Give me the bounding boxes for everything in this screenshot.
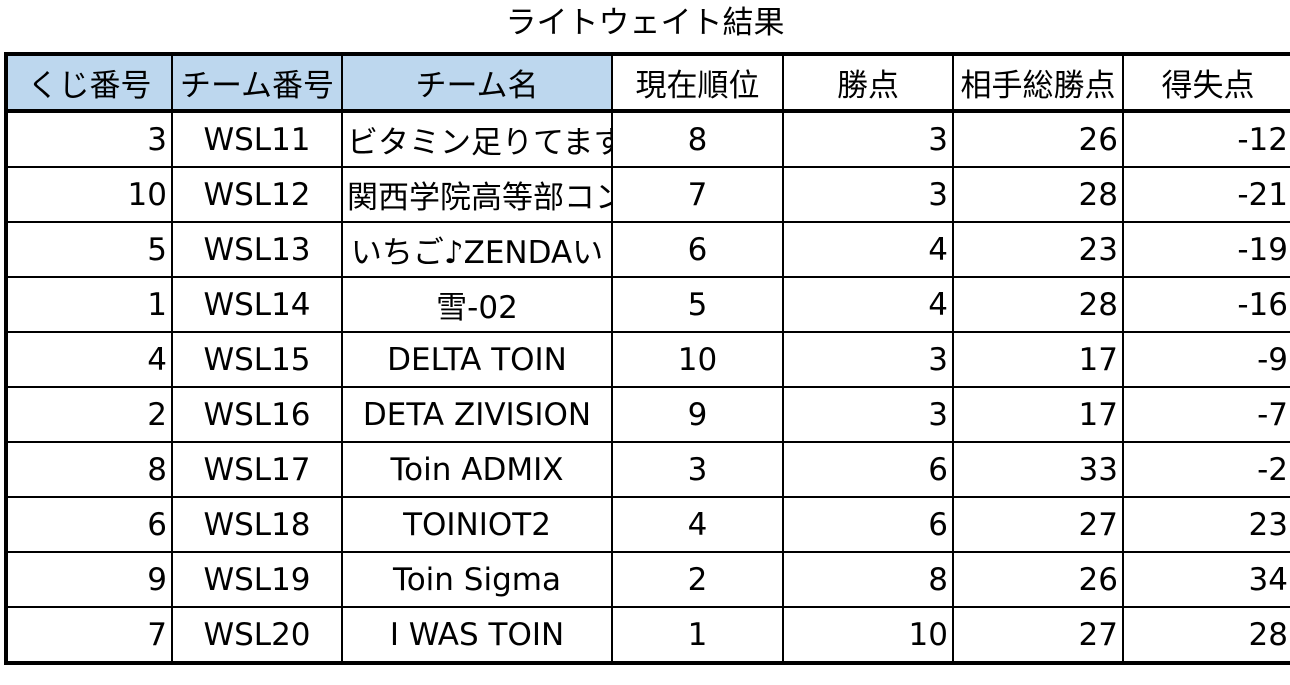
header-team-name: チーム名 — [341, 53, 613, 113]
cell-team-number: WSL19 — [171, 551, 343, 608]
cell-current-rank: 2 — [611, 551, 784, 608]
cell-opponent-total-points: 23 — [952, 221, 1124, 278]
cell-current-rank: 7 — [611, 166, 784, 223]
cell-lottery-number: 9 — [5, 551, 173, 608]
cell-current-rank: 1 — [611, 606, 784, 664]
cell-lottery-number: 10 — [5, 166, 173, 223]
cell-opponent-total-points: 17 — [952, 386, 1124, 443]
header-goal-difference: 得失点 — [1122, 53, 1290, 113]
cell-lottery-number: 2 — [5, 386, 173, 443]
cell-current-rank: 4 — [611, 496, 784, 553]
cell-current-rank: 5 — [611, 276, 784, 333]
table-row: 2 WSL16 DETA ZIVISION 9 3 17 -7 — [5, 386, 1290, 443]
cell-points: 4 — [782, 221, 954, 278]
header-opponent-total-points: 相手総勝点 — [952, 53, 1124, 113]
header-team-number: チーム番号 — [171, 53, 343, 113]
cell-goal-difference: 28 — [1122, 606, 1290, 664]
cell-goal-difference: 23 — [1122, 496, 1290, 553]
cell-goal-difference: 34 — [1122, 551, 1290, 608]
cell-current-rank: 9 — [611, 386, 784, 443]
cell-goal-difference: -19 — [1122, 221, 1290, 278]
cell-goal-difference: -7 — [1122, 386, 1290, 443]
cell-team-number: WSL12 — [171, 166, 343, 223]
cell-team-name: 関西学院高等部コンピュータ部ロボット班 — [341, 166, 613, 223]
cell-team-name: 雪-02 — [341, 276, 613, 333]
cell-opponent-total-points: 26 — [952, 551, 1124, 608]
cell-lottery-number: 8 — [5, 441, 173, 498]
cell-opponent-total-points: 27 — [952, 496, 1124, 553]
cell-points: 8 — [782, 551, 954, 608]
cell-current-rank: 3 — [611, 441, 784, 498]
cell-current-rank: 8 — [611, 110, 784, 168]
cell-points: 4 — [782, 276, 954, 333]
table-row: 4 WSL15 DELTA TOIN 10 3 17 -9 — [5, 331, 1290, 388]
header-lottery-number: くじ番号 — [5, 53, 173, 113]
table-row: 1 WSL14 雪-02 5 4 28 -16 — [5, 276, 1290, 333]
cell-current-rank: 6 — [611, 221, 784, 278]
table-row: 10 WSL12 関西学院高等部コンピュータ部ロボット班 7 3 28 -21 — [5, 166, 1290, 223]
header-row: くじ番号 チーム番号 チーム名 現在順位 勝点 相手総勝点 得失点 — [5, 53, 1290, 113]
cell-goal-difference: -16 — [1122, 276, 1290, 333]
header-points: 勝点 — [782, 53, 954, 113]
cell-team-name: ビタミン足りてますか — [341, 110, 613, 168]
cell-team-name: DETA ZIVISION — [341, 386, 613, 443]
table-row: 6 WSL18 TOINIOT2 4 6 27 23 — [5, 496, 1290, 553]
cell-lottery-number: 5 — [5, 221, 173, 278]
cell-points: 10 — [782, 606, 954, 664]
cell-team-name: いちご♪ZENDAい — [341, 221, 613, 278]
cell-team-number: WSL16 — [171, 386, 343, 443]
cell-opponent-total-points: 26 — [952, 110, 1124, 168]
cell-goal-difference: -2 — [1122, 441, 1290, 498]
cell-opponent-total-points: 28 — [952, 276, 1124, 333]
cell-points: 3 — [782, 166, 954, 223]
cell-points: 3 — [782, 331, 954, 388]
cell-team-number: WSL11 — [171, 110, 343, 168]
table-row: 5 WSL13 いちご♪ZENDAい 6 4 23 -19 — [5, 221, 1290, 278]
cell-goal-difference: -9 — [1122, 331, 1290, 388]
table-row: 7 WSL20 I WAS TOIN 1 10 27 28 — [5, 606, 1290, 664]
cell-opponent-total-points: 28 — [952, 166, 1124, 223]
cell-goal-difference: -21 — [1122, 166, 1290, 223]
cell-team-number: WSL15 — [171, 331, 343, 388]
cell-points: 3 — [782, 110, 954, 168]
cell-lottery-number: 6 — [5, 496, 173, 553]
cell-opponent-total-points: 33 — [952, 441, 1124, 498]
cell-opponent-total-points: 17 — [952, 331, 1124, 388]
cell-team-name: TOINIOT2 — [341, 496, 613, 553]
cell-lottery-number: 7 — [5, 606, 173, 664]
cell-lottery-number: 1 — [5, 276, 173, 333]
cell-team-number: WSL13 — [171, 221, 343, 278]
cell-team-number: WSL14 — [171, 276, 343, 333]
cell-points: 6 — [782, 441, 954, 498]
cell-current-rank: 10 — [611, 331, 784, 388]
cell-lottery-number: 4 — [5, 331, 173, 388]
table-row: 8 WSL17 Toin ADMIX 3 6 33 -2 — [5, 441, 1290, 498]
results-table: くじ番号 チーム番号 チーム名 現在順位 勝点 相手総勝点 得失点 3 WSL1… — [4, 52, 1290, 665]
cell-team-name: DELTA TOIN — [341, 331, 613, 388]
cell-team-number: WSL17 — [171, 441, 343, 498]
results-page: ライトウェイト結果 くじ番号 チーム番号 チーム名 現在順位 勝点 相手総勝点 … — [0, 0, 1290, 685]
cell-team-name: Toin Sigma — [341, 551, 613, 608]
table-row: 9 WSL19 Toin Sigma 2 8 26 34 — [5, 551, 1290, 608]
cell-opponent-total-points: 27 — [952, 606, 1124, 664]
header-current-rank: 現在順位 — [611, 53, 784, 113]
cell-points: 6 — [782, 496, 954, 553]
cell-team-name: I WAS TOIN — [341, 606, 613, 664]
cell-team-name: Toin ADMIX — [341, 441, 613, 498]
cell-goal-difference: -12 — [1122, 110, 1290, 168]
cell-points: 3 — [782, 386, 954, 443]
cell-lottery-number: 3 — [5, 110, 173, 168]
cell-team-number: WSL18 — [171, 496, 343, 553]
page-title: ライトウェイト結果 — [505, 5, 785, 41]
cell-team-number: WSL20 — [171, 606, 343, 664]
table-row: 3 WSL11 ビタミン足りてますか 8 3 26 -12 — [5, 110, 1290, 168]
